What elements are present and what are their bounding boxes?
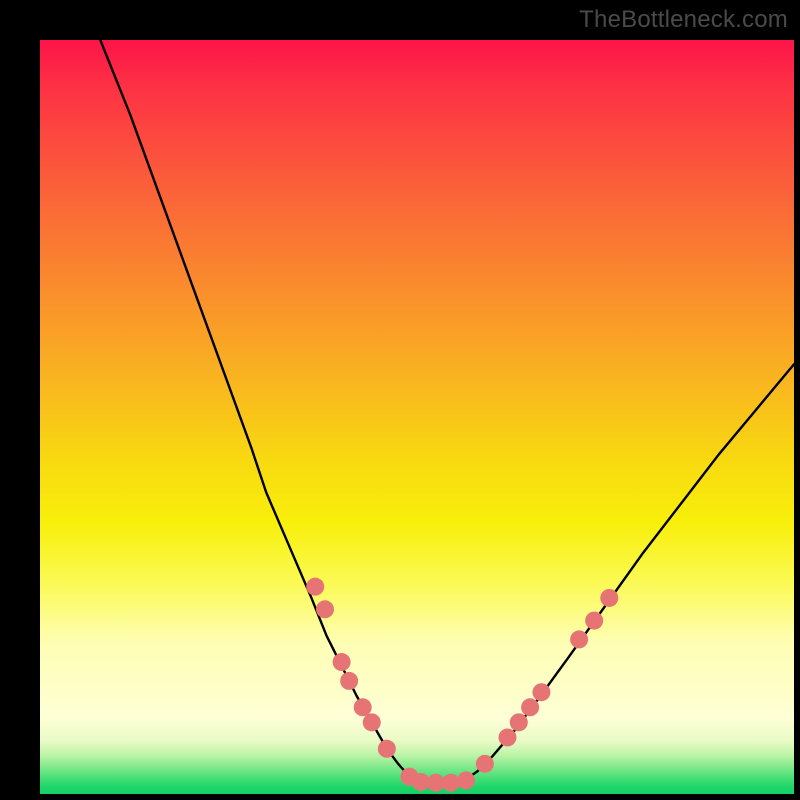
marker-dot (354, 698, 372, 716)
watermark-text: TheBottleneck.com (579, 6, 788, 34)
marker-dot (476, 755, 494, 773)
marker-dot (585, 612, 603, 630)
marker-dot (532, 683, 550, 701)
marker-dot (442, 774, 460, 792)
marker-dot (363, 713, 381, 731)
plot-area (40, 40, 794, 794)
marker-dot (570, 630, 588, 648)
marker-dot (378, 740, 396, 758)
chart-frame: TheBottleneck.com (0, 0, 800, 800)
marker-dot (498, 728, 516, 746)
marker-dot (340, 672, 358, 690)
bottleneck-curve (100, 40, 794, 783)
chart-svg (40, 40, 794, 794)
marker-dot (316, 600, 334, 618)
marker-dot (306, 578, 324, 596)
marker-dot (333, 653, 351, 671)
marker-dot (600, 589, 618, 607)
marker-dot (510, 713, 528, 731)
marker-dot (521, 698, 539, 716)
marker-dot (457, 771, 475, 789)
